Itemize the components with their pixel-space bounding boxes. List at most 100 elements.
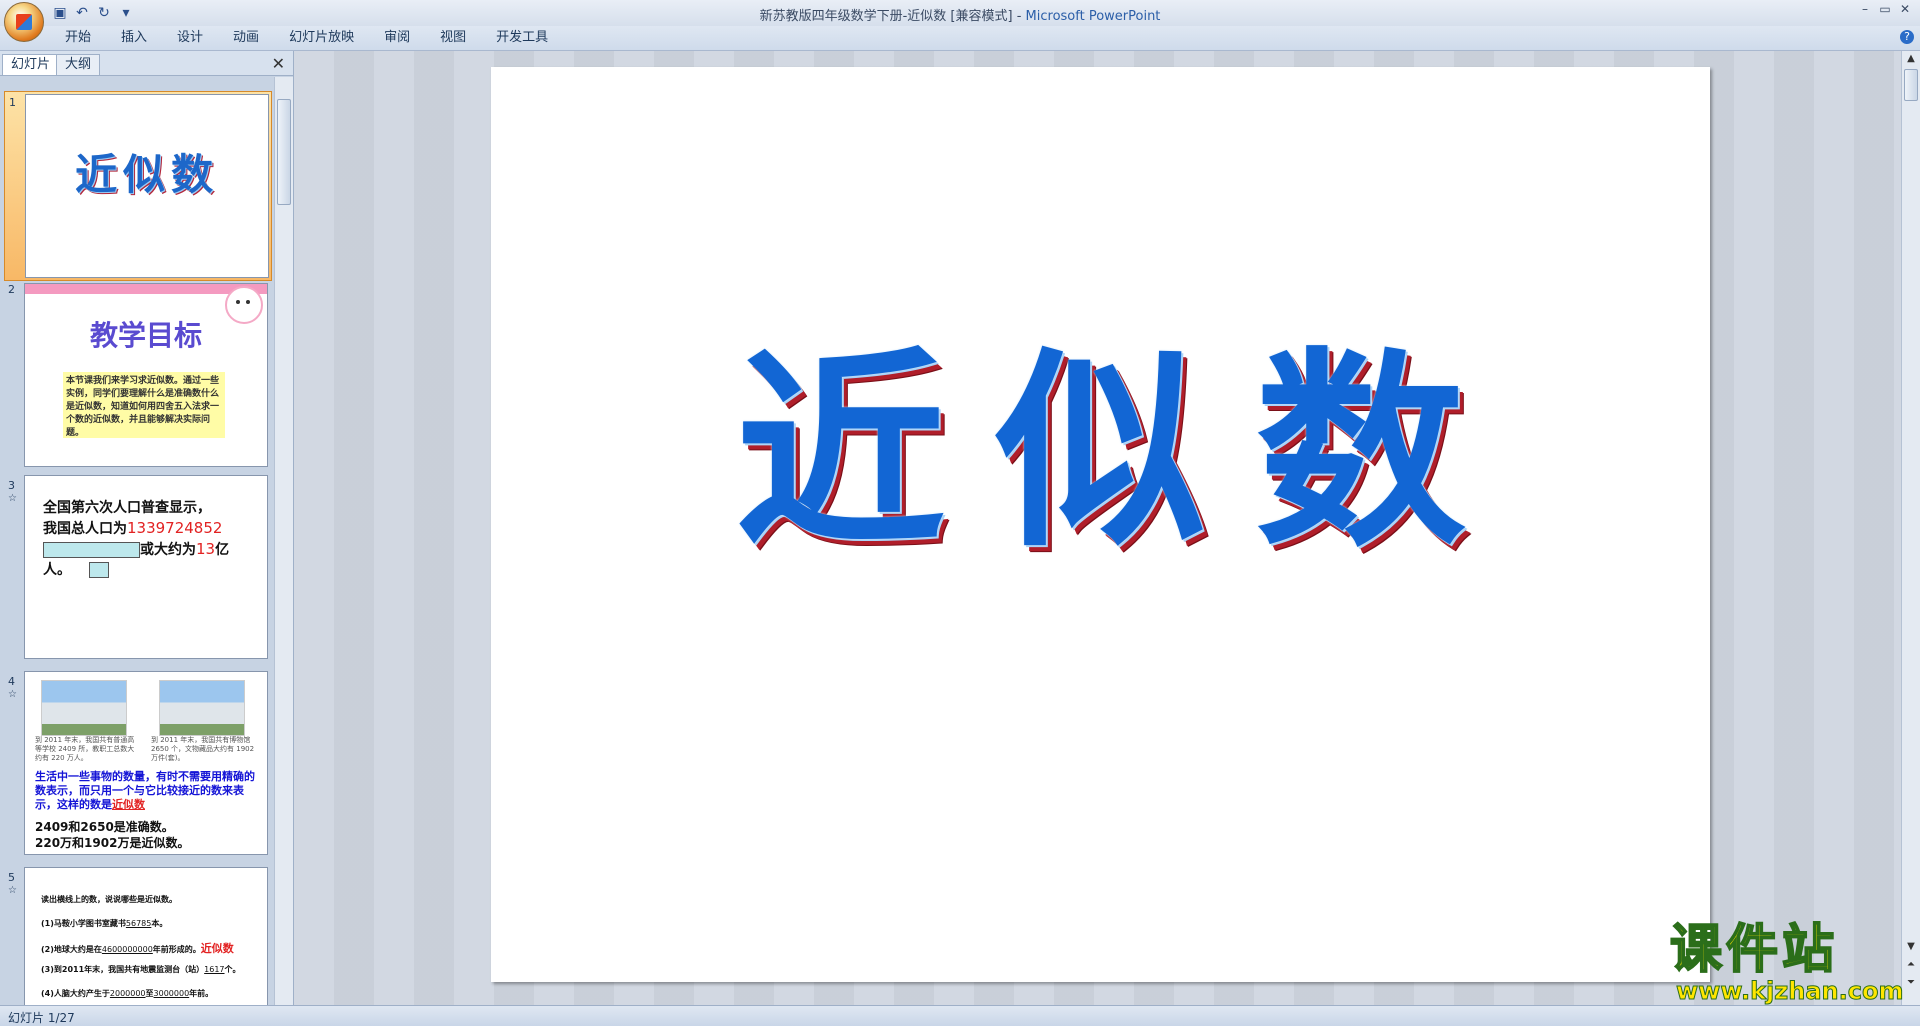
exercise-4-number: 2000000: [109, 989, 146, 998]
keyword: 近似数: [112, 798, 145, 811]
objective-text: 本节课我们来学习求近似数。通过一些实例，同学们要理解什么是准确数什么是近似数，知…: [63, 372, 225, 438]
exercise-4-number-2: 3000000: [153, 989, 190, 998]
scroll-up-icon[interactable]: ▲: [1904, 53, 1918, 64]
thumbnail-title: 近似数: [74, 150, 219, 199]
museum-photo: [159, 680, 245, 736]
slide-thumbnail-3[interactable]: 3 ☆ 全国第六次人口普查显示， 我国总人口为1339724852 或大约为13…: [4, 475, 270, 667]
blank-box: [43, 542, 140, 558]
definition-body: 生活中一些事物的数量，有时不需要用精确的数表示，而只用一个与它比较接近的数来表示…: [35, 770, 255, 811]
exercise-4: (4)人脑大约产生于2000000至3000000年前。: [41, 988, 266, 999]
office-button[interactable]: [4, 2, 44, 42]
tab-home[interactable]: 开始: [50, 30, 106, 46]
line-2-text: 我国总人口为: [43, 521, 127, 537]
tab-outline[interactable]: 大纲: [56, 54, 101, 75]
thumbnail-body: 全国第六次人口普查显示， 我国总人口为1339724852 或大约为13亿 人。: [43, 498, 258, 580]
thumbnail-canvas: 全国第六次人口普查显示， 我国总人口为1339724852 或大约为13亿 人。: [24, 475, 268, 659]
caption-1: 到 2011 年末，我国共有普通高等学校 2409 所，教职工总数大约有 220…: [35, 736, 135, 762]
exercise-3-text: (3)到2011年末，我国共有地震监测台（站）: [41, 965, 205, 974]
thumbnail-canvas: 教学目标 本节课我们来学习求近似数。通过一些实例，同学们要理解什么是准确数什么是…: [24, 283, 268, 467]
animation-star-icon: ☆: [8, 689, 17, 700]
line-4-text: 人。: [43, 562, 71, 578]
exercise-4-mid: 至: [145, 989, 154, 998]
slide-number: 3: [8, 479, 15, 492]
exercise-3-number: 1617: [204, 965, 225, 974]
tab-slideshow[interactable]: 幻灯片放映: [274, 30, 369, 46]
minimize-icon[interactable]: –: [1858, 2, 1872, 16]
exercise-2-unit: 年前形成的。: [152, 945, 201, 954]
exercise-2: (2)地球大约是在4600000000年前形成的。近似数: [41, 940, 266, 956]
tab-review[interactable]: 审阅: [369, 30, 425, 46]
pane-tabs: 幻灯片 大纲 ✕: [0, 51, 293, 76]
building-photo: [41, 680, 127, 736]
slide-thumbnails: 1 近似数 2 教学目标 本节课我们来学习求近似数。通过一些实例，同学们要理解什…: [0, 77, 272, 1005]
definition-text: 生活中一些事物的数量，有时不需要用精确的数表示，而只用一个与它比较接近的数来表示…: [35, 770, 260, 812]
scroll-down-icon[interactable]: ▼: [1904, 941, 1918, 952]
animation-star-icon: ☆: [8, 493, 17, 504]
previous-slide-icon[interactable]: ⏶: [1904, 959, 1918, 970]
exercise-4-unit: 年前。: [189, 989, 214, 998]
exercise-2-number: 4600000000: [101, 945, 153, 954]
tab-view[interactable]: 视图: [425, 30, 481, 46]
exercise-title: 读出横线上的数，说说哪些是近似数。: [41, 895, 177, 904]
close-icon[interactable]: ✕: [1898, 2, 1912, 16]
thumbnail-canvas: 近似数: [25, 94, 269, 278]
slide-number: 5: [8, 871, 15, 884]
scroll-thumb[interactable]: [277, 99, 291, 205]
slide-thumbnail-5[interactable]: 5 ☆ 读出横线上的数，说说哪些是近似数。 (1)马鞍小学图书室藏书56785本…: [4, 867, 270, 1005]
exercise-2-answer: 近似数: [200, 942, 234, 955]
scroll-thumb[interactable]: [1904, 69, 1918, 101]
slide-title[interactable]: 近似数: [491, 337, 1710, 567]
thumbnail-canvas: 到 2011 年末，我国共有普通高等学校 2409 所，教职工总数大约有 220…: [24, 671, 268, 855]
line-3-unit: 亿: [215, 542, 230, 558]
title-separator: -: [1012, 9, 1026, 24]
thumbnail-title: 教学目标: [89, 319, 202, 352]
caption-2: 到 2011 年末，我国共有博物馆 2650 个，文物藏品大约有 1902 万件…: [151, 736, 255, 762]
exercise-3-unit: 个。: [224, 965, 241, 974]
watermark-logo: 课件站: [1669, 919, 1839, 980]
window-controls: – ▭ ✕: [1858, 2, 1912, 16]
window-title: 新苏教版四年级数学下册-近似数 [兼容模式] - Microsoft Power…: [0, 5, 1920, 24]
editor-scrollbar[interactable]: ▲ ▼ ⏶ ⏷: [1901, 51, 1920, 1005]
help-icon[interactable]: ?: [1900, 30, 1914, 44]
exercise-3: (3)到2011年末，我国共有地震监测台（站）1617个。: [41, 964, 266, 975]
close-pane-icon[interactable]: ✕: [272, 54, 285, 73]
tab-developer[interactable]: 开发工具: [481, 30, 563, 46]
slide-number: 1: [9, 96, 16, 109]
thumbnail-canvas: 读出横线上的数，说说哪些是近似数。 (1)马鞍小学图书室藏书56785本。 (2…: [24, 867, 268, 1005]
exercise-1-unit: 本。: [151, 919, 168, 928]
slide-thumbnail-4[interactable]: 4 ☆ 到 2011 年末，我国共有普通高等学校 2409 所，教职工总数大约有…: [4, 671, 270, 863]
slide-number: 2: [8, 283, 15, 296]
approx-number: 13: [196, 540, 216, 558]
tab-design[interactable]: 设计: [162, 30, 218, 46]
line-2: 我国总人口为1339724852: [43, 518, 258, 539]
line-3-text: 或大约为: [140, 542, 196, 558]
tab-animation[interactable]: 动画: [218, 30, 274, 46]
status-bar: 幻灯片 1/27: [0, 1005, 1920, 1026]
ribbon-tabs: 开始 插入 设计 动画 幻灯片放映 审阅 视图 开发工具 ?: [0, 26, 1920, 51]
next-slide-icon[interactable]: ⏷: [1904, 977, 1918, 988]
slide-canvas[interactable]: 近似数: [491, 67, 1710, 982]
slide-editor: 近似数: [294, 51, 1902, 1005]
app-name: Microsoft PowerPoint: [1025, 9, 1161, 24]
exercise-1-number: 56785: [125, 919, 152, 928]
slide-indicator: 幻灯片 1/27: [8, 1011, 75, 1025]
line-3: 或大约为13亿: [43, 539, 258, 560]
animation-star-icon: ☆: [8, 885, 17, 896]
blank-box: [89, 562, 109, 578]
title-bar: ▣ ↶ ↻ ▾ 新苏教版四年级数学下册-近似数 [兼容模式] - Microso…: [0, 0, 1920, 27]
tab-slides[interactable]: 幻灯片: [2, 54, 60, 75]
slide-thumbnail-1[interactable]: 1 近似数: [4, 91, 272, 281]
exercise-1-text: (1)马鞍小学图书室藏书: [41, 919, 126, 928]
restore-icon[interactable]: ▭: [1878, 2, 1892, 16]
slide-thumbnail-2[interactable]: 2 教学目标 本节课我们来学习求近似数。通过一些实例，同学们要理解什么是准确数什…: [4, 279, 270, 471]
thumbnail-scrollbar[interactable]: [274, 77, 293, 1005]
tab-insert[interactable]: 插入: [106, 30, 162, 46]
line-1: 全国第六次人口普查显示，: [43, 500, 211, 516]
population-number: 1339724852: [127, 519, 223, 537]
document-title: 新苏教版四年级数学下册-近似数 [兼容模式]: [759, 9, 1013, 24]
exercise-1: (1)马鞍小学图书室藏书56785本。: [41, 918, 266, 929]
watermark: 课件站 www.kjzhan.com: [1669, 919, 1904, 1005]
exact-line: 2409和2650是准确数。: [35, 820, 174, 834]
exercise-4-text: (4)人脑大约产生于: [41, 989, 110, 998]
watermark-url: www.kjzhan.com: [1676, 977, 1904, 1005]
